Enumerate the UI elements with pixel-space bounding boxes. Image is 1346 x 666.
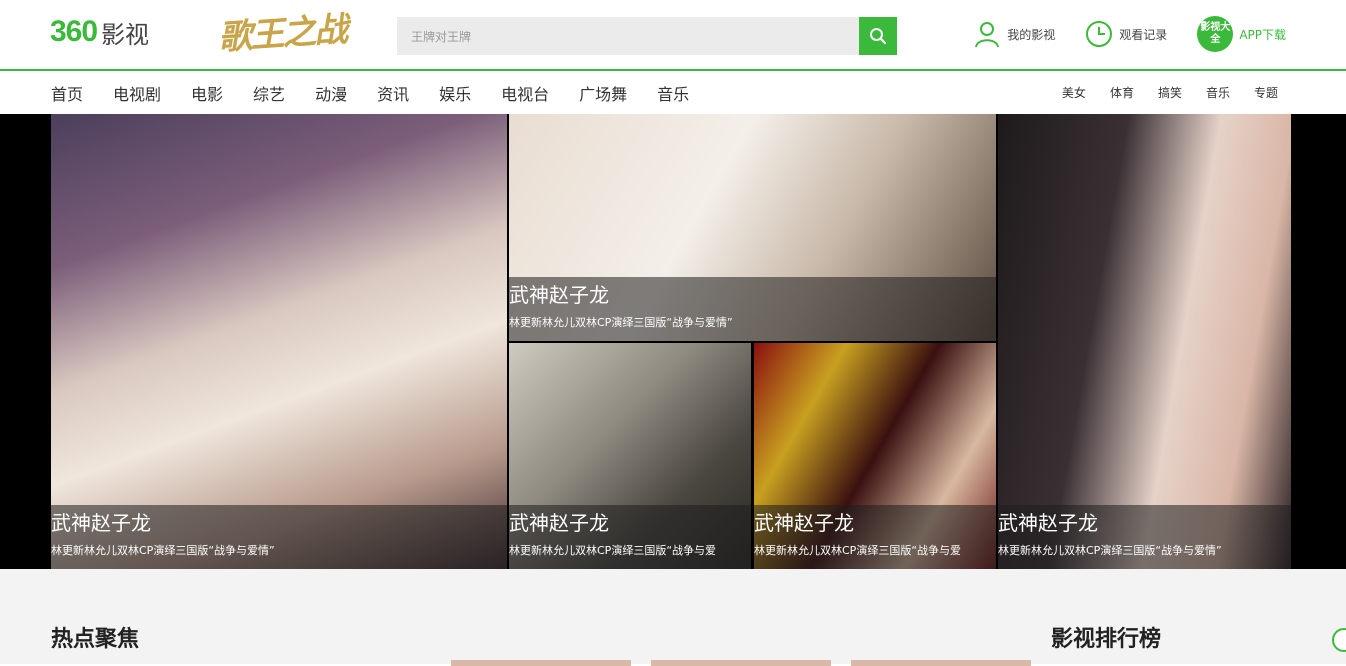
nav-item-anime[interactable]: 动漫 (315, 81, 347, 105)
thumb-2[interactable] (651, 660, 831, 666)
hero-caption-3: 武神赵子龙 林更新林允儿双林CP演绎三国版“战争与爱情” (998, 505, 1291, 569)
my-videos-label: 我的影视 (1007, 27, 1056, 42)
nav-item-movie[interactable]: 电影 (191, 81, 223, 105)
header-links: 我的影视 观看记录 影视大全 APP下载 (973, 16, 1286, 52)
nav-item-square-dance[interactable]: 广场舞 (579, 81, 627, 105)
main-nav: 首页 电视剧 电影 综艺 动漫 资讯 娱乐 电视台 广场舞 音乐 美女 体育 搞… (0, 71, 1346, 114)
hero-title: 武神赵子龙 (509, 511, 609, 535)
user-icon (975, 22, 1000, 48)
nav-item-tv[interactable]: 电视剧 (113, 81, 161, 105)
hero-desc: 林更新林允儿双林CP演绎三国版“战争与爱情” (998, 544, 1222, 557)
thumb-3[interactable] (851, 660, 1031, 666)
nav-sub-topics[interactable]: 专题 (1254, 84, 1278, 101)
nav-sub-sports[interactable]: 体育 (1110, 84, 1134, 101)
nav-sub-music[interactable]: 音乐 (1206, 84, 1230, 101)
content-section: 热点聚焦 影视排行榜 (0, 569, 1346, 664)
app-download-label: APP下载 (1239, 27, 1286, 42)
hero-title: 武神赵子龙 (998, 511, 1098, 535)
hot-thumbs (451, 660, 1031, 666)
search-button[interactable] (859, 17, 897, 55)
hero-title: 武神赵子龙 (754, 511, 854, 535)
hero-title: 武神赵子龙 (51, 511, 151, 535)
search-input[interactable]: 王牌对王牌 (397, 17, 859, 55)
hero-tile-5[interactable]: 武神赵子龙 林更新林允儿双林CP演绎三国版“战争与爱 (754, 343, 996, 569)
my-videos-link[interactable]: 我的影视 (973, 20, 1055, 48)
search-bar: 王牌对王牌 (397, 17, 897, 55)
hero-tile-3[interactable]: 武神赵子龙 林更新林允儿双林CP演绎三国版“战争与爱情” (998, 114, 1291, 569)
hero-image-1 (51, 114, 507, 569)
hero-desc: 林更新林允儿双林CP演绎三国版“战争与爱情” (509, 316, 733, 329)
hot-focus-title: 热点聚焦 (51, 627, 140, 652)
nav-item-news[interactable]: 资讯 (377, 81, 409, 105)
nav-item-tv-station[interactable]: 电视台 (501, 81, 549, 105)
ranking-title: 影视排行榜 (1051, 627, 1162, 652)
hero-tile-2[interactable]: 武神赵子龙 林更新林允儿双林CP演绎三国版“战争与爱情” (509, 114, 996, 341)
nav-main-list: 首页 电视剧 电影 综艺 动漫 资讯 娱乐 电视台 广场舞 音乐 (51, 71, 719, 114)
hero-caption-4: 武神赵子龙 林更新林允儿双林CP演绎三国版“战争与爱 (509, 505, 751, 569)
site-header: 360 影视 歌王之战 王牌对王牌 我的影视 观看记录 影视大全 APP下载 (0, 0, 1346, 70)
thumb-1[interactable] (451, 660, 631, 666)
watch-history-label: 观看记录 (1119, 27, 1168, 42)
nav-sub-list: 美女 体育 搞笑 音乐 专题 (1062, 71, 1278, 114)
logo-number: 360 (50, 15, 98, 48)
hero-desc: 林更新林允儿双林CP演绎三国版“战争与爱情” (51, 544, 275, 557)
watch-history-link[interactable]: 观看记录 (1085, 20, 1167, 48)
hero-image-3 (998, 114, 1291, 569)
hero-desc: 林更新林允儿双林CP演绎三国版“战争与爱 (754, 544, 962, 557)
nav-sub-beauty[interactable]: 美女 (1062, 84, 1086, 101)
app-download-link[interactable]: 影视大全 APP下载 (1197, 16, 1286, 52)
nav-item-entertainment[interactable]: 娱乐 (439, 81, 471, 105)
logo-text: 影视 (101, 20, 150, 49)
hero-desc: 林更新林允儿双林CP演绎三国版“战争与爱 (509, 544, 717, 557)
hero-carousel: 武神赵子龙 林更新林允儿双林CP演绎三国版“战争与爱情” 武神赵子龙 林更新林允… (0, 114, 1346, 569)
hero-caption-5: 武神赵子龙 林更新林允儿双林CP演绎三国版“战争与爱 (754, 505, 996, 569)
nav-item-music[interactable]: 音乐 (657, 81, 689, 105)
nav-item-variety[interactable]: 综艺 (253, 81, 285, 105)
hero-tile-1[interactable]: 武神赵子龙 林更新林允儿双林CP演绎三国版“战争与爱情” (51, 114, 507, 569)
hero-caption-2: 武神赵子龙 林更新林允儿双林CP演绎三国版“战争与爱情” (509, 277, 996, 341)
search-icon (870, 28, 887, 45)
clock-icon (1086, 21, 1113, 47)
hero-caption-1: 武神赵子龙 林更新林允儿双林CP演绎三国版“战争与爱情” (51, 505, 507, 569)
nav-item-home[interactable]: 首页 (51, 81, 83, 105)
promo-banner[interactable]: 歌王之战 (216, 2, 347, 60)
hero-tile-4[interactable]: 武神赵子龙 林更新林允儿双林CP演绎三国版“战争与爱 (509, 343, 751, 569)
app-badge-icon: 影视大全 (1197, 16, 1234, 52)
nav-sub-funny[interactable]: 搞笑 (1158, 84, 1182, 101)
hero-title: 武神赵子龙 (509, 283, 609, 307)
site-logo[interactable]: 360 影视 (50, 14, 149, 50)
